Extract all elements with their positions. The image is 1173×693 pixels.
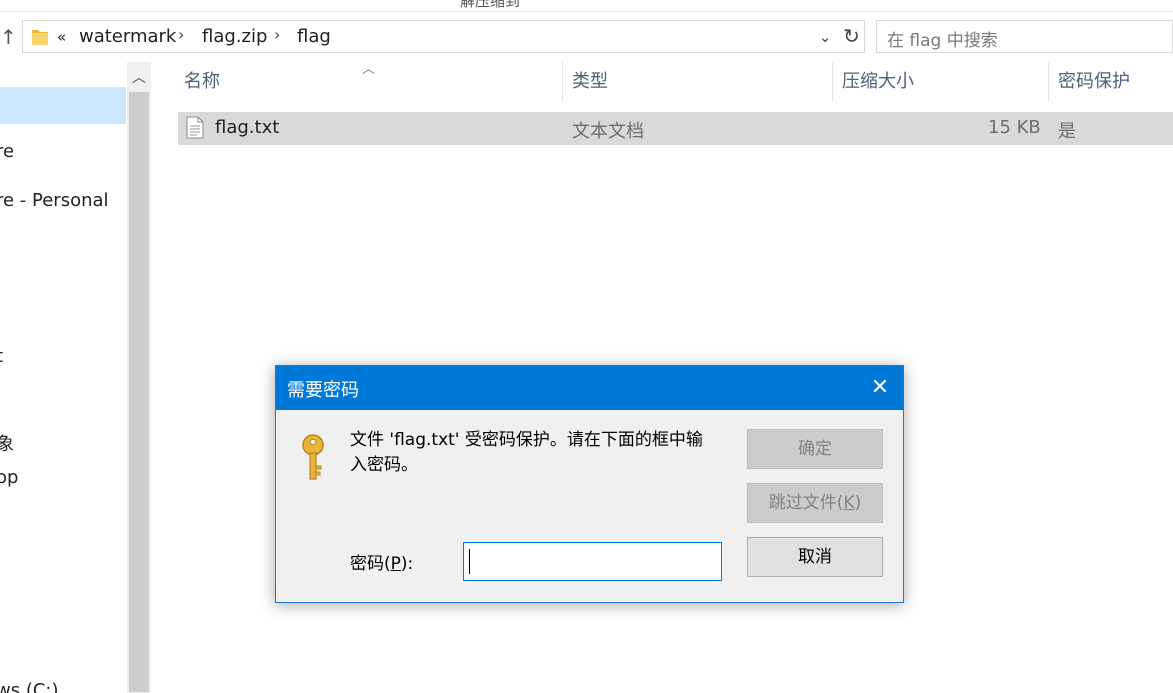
address-bar[interactable]: « watermark › flag.zip › flag ⌄ [22, 20, 840, 53]
text-caret [469, 549, 470, 574]
cancel-button[interactable]: 取消 [747, 537, 883, 577]
refresh-icon[interactable]: ↻ [839, 20, 865, 53]
chevron-down-icon[interactable]: ⌄ [815, 25, 835, 49]
skip-label-post: ) [854, 493, 862, 513]
file-size: 15 KB [988, 117, 1041, 138]
column-divider[interactable] [1048, 62, 1049, 102]
text-file-icon [186, 116, 204, 139]
nav-item[interactable]: re - Personal [0, 190, 109, 211]
ok-button[interactable]: 确定 [747, 429, 883, 469]
key-icon [302, 434, 324, 480]
password-accelerator-key: P [390, 554, 401, 574]
nav-item[interactable]: 象 [0, 430, 14, 456]
skip-label-pre: 跳过文件( [768, 493, 844, 513]
dialog-message-line: 入密码。 [350, 455, 418, 475]
close-icon[interactable]: ✕ [857, 366, 903, 410]
file-name: flag.txt [215, 117, 280, 138]
dialog-message-line: 文件 'flag.txt' 受密码保护。请在下面的框中输 [350, 430, 703, 450]
crumb-flag-zip[interactable]: flag.zip [202, 26, 267, 47]
column-header-protected[interactable]: 密码保护 [1058, 62, 1130, 102]
password-label-post: ): [400, 554, 414, 574]
scrollbar-thumb[interactable] [129, 92, 149, 692]
column-header-name[interactable]: 名称 [184, 62, 220, 102]
search-placeholder: 在 flag 中搜索 [887, 31, 998, 51]
dialog-title: 需要密码 [287, 380, 359, 401]
nav-item[interactable]: re [0, 141, 14, 162]
nav-item[interactable]: l [0, 92, 1, 113]
column-header-type[interactable]: 类型 [572, 62, 608, 102]
skip-file-button[interactable]: 跳过文件(K) [747, 483, 883, 523]
dialog-titlebar[interactable]: 需要密码 ✕ [276, 366, 903, 410]
column-divider[interactable] [832, 62, 833, 102]
nav-item[interactable]: op [0, 467, 18, 488]
scroll-up-icon[interactable]: ︿ [127, 66, 151, 90]
nav-scrollbar[interactable]: ︿ [127, 62, 151, 693]
password-label-pre: 密码( [350, 554, 391, 574]
file-protected: 是 [1058, 121, 1076, 142]
window-title: 解压缩到 [460, 0, 521, 10]
address-overflow[interactable]: « [57, 28, 66, 46]
password-input[interactable] [463, 542, 722, 581]
nav-item[interactable]: ws (C:) [0, 680, 59, 693]
chevron-right-icon[interactable]: › [274, 25, 280, 44]
column-header-size[interactable]: 压缩大小 [842, 62, 914, 102]
up-arrow-icon[interactable]: ↑ [0, 22, 17, 52]
nav-item[interactable]: t [0, 346, 3, 367]
chevron-right-icon[interactable]: › [178, 25, 184, 44]
nav-selected-highlight [0, 87, 126, 124]
window-title-strip: 解压缩到 [0, 0, 1173, 12]
crumb-watermark[interactable]: watermark [79, 26, 176, 47]
password-dialog: 需要密码 ✕ 文件 'flag.txt' 受密码保护。请在下面的框中输 入密码。… [275, 365, 904, 603]
sort-ascending-icon: ︿ [362, 62, 376, 77]
file-row[interactable]: flag.txt 文本文档 15 KB 是 [178, 112, 1173, 145]
search-input[interactable]: 在 flag 中搜索 [876, 20, 1173, 53]
dialog-message: 文件 'flag.txt' 受密码保护。请在下面的框中输 入密码。 [350, 428, 735, 478]
skip-accelerator-key: K [843, 493, 855, 513]
navigation-pane: l re re - Personal t 象 op ws (C:) [0, 62, 126, 693]
folder-icon [32, 30, 48, 45]
password-label: 密码(P): [350, 549, 413, 574]
crumb-flag[interactable]: flag [297, 26, 331, 47]
file-type: 文本文档 [572, 121, 644, 142]
column-divider[interactable] [562, 62, 563, 102]
